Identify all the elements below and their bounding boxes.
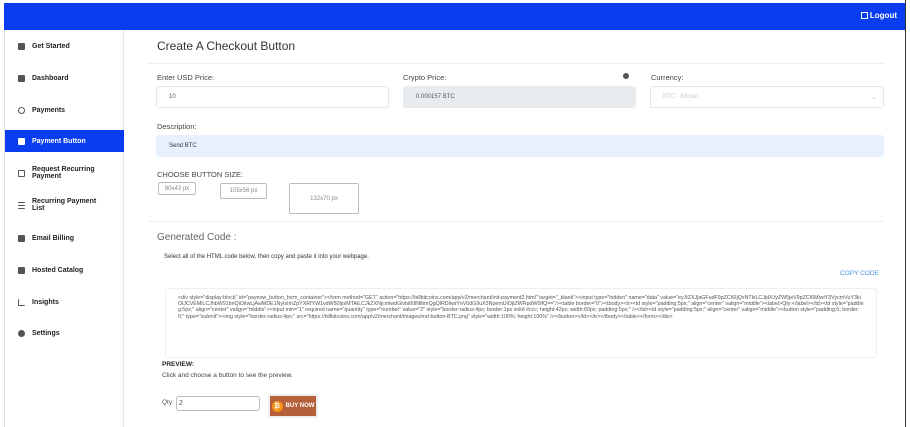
usd-price-label: Enter USD Price: [157,73,215,82]
bank-icon [18,137,25,145]
divider [148,63,884,64]
bitcoin-icon: ₿ [271,400,283,412]
sidebar-item-recurring-payment-list[interactable]: Recurring Payment List [5,194,124,216]
size-option-large[interactable]: 132x70 px [289,183,359,214]
gear-icon [18,329,25,337]
logout-icon [860,12,868,19]
sidebar-item-label: Payments [32,106,66,114]
sidebar-item-dashboard[interactable]: Dashboard [5,67,124,89]
sidebar-item-request-recurring-payment[interactable]: Request Recurring Payment [5,162,124,184]
page-title: Create A Checkout Button [157,39,296,53]
sidebar: Get Started Dashboard Payments Payment B… [4,30,124,427]
coin-icon [18,106,25,114]
sidebar-item-label: Email Billing [32,234,75,242]
instructions-text: Select all of the HTML code below, then … [164,254,369,260]
sidebar-item-payment-button[interactable]: Payment Button [5,130,124,152]
chart-icon [18,298,25,306]
code-textarea[interactable]: <div style="display:block" id="paynow_bu… [165,288,877,358]
info-icon[interactable] [623,73,629,79]
sidebar-item-payments[interactable]: Payments [5,99,124,121]
generated-code-heading: Generated Code : [157,232,237,243]
sidebar-item-label: Hosted Catalog [32,266,84,274]
list-icon [18,201,25,209]
sidebar-item-label: Request Recurring Payment [32,166,95,180]
button-size-label: CHOOSE BUTTON SIZE: [157,170,244,179]
briefcase-icon [18,42,25,50]
sidebar-item-label: Payment Button [32,137,86,145]
crypto-price-label: Crypto Price: [403,73,447,82]
book-icon [18,266,25,274]
sidebar-item-label: Get Started [32,42,70,50]
preview-heading: PREVIEW: [162,361,195,368]
usd-price-input[interactable]: 10 [156,86,389,108]
sidebar-item-insights[interactable]: Insights [5,291,124,313]
window-edge [905,0,906,427]
size-option-medium[interactable]: 105x56 px [220,183,267,199]
sidebar-item-email-billing[interactable]: Email Billing [5,227,124,249]
description-input[interactable]: Send BTC [156,135,884,157]
logout-label: Logout [869,11,897,20]
sidebar-item-label: Insights [32,298,59,306]
document-icon [18,234,25,242]
currency-select[interactable]: BTC - Bitcoin ⌄ [650,86,884,108]
crypto-price-field: 0.000157 BTC [403,86,636,108]
sidebar-item-get-started[interactable]: Get Started [5,35,124,57]
buy-now-button[interactable]: ₿ BUY NOW [268,394,318,418]
size-option-small[interactable]: 80x43 px [158,182,196,195]
sidebar-item-settings[interactable]: Settings [5,322,124,344]
sidebar-item-label: Dashboard [32,74,69,82]
sidebar-item-label: Recurring Payment List [32,198,97,212]
copy-code-button[interactable]: COPY CODE [840,270,879,277]
description-label: Description: [157,122,197,131]
buy-now-label: BUY NOW [285,403,315,409]
sidebar-item-label: Settings [32,329,60,337]
logout-button[interactable]: Logout [860,11,897,20]
preview-hint: Click and choose a button to see the pre… [162,372,293,379]
divider [148,221,884,222]
qty-label: Qty: [162,399,174,406]
currency-value: BTC - Bitcoin [663,94,699,100]
top-bar: Logout [4,3,905,30]
dashboard-icon [18,74,25,82]
card-icon [18,169,25,177]
currency-label: Currency: [651,73,684,82]
sidebar-item-hosted-catalog[interactable]: Hosted Catalog [5,259,124,281]
chevron-down-icon: ⌄ [871,94,877,101]
qty-input[interactable]: 2 [176,396,260,411]
